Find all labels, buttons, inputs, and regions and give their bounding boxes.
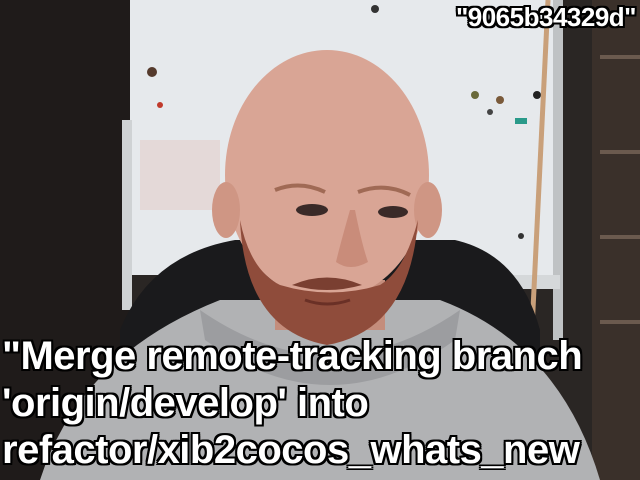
commit-message-line: 'origin/develop' into [2, 381, 369, 425]
webcam-frame: "9065b34329d" "Merge remote-tracking bra… [0, 0, 640, 480]
commit-message-line: refactor/xib2cocos_whats_new [2, 428, 580, 472]
whiteboard-frame-left [122, 120, 132, 310]
right-eye [378, 206, 408, 218]
shelf [592, 0, 640, 480]
commit-hash-caption: "9065b34329d" [455, 2, 637, 32]
left-eye [296, 204, 328, 216]
whiteboard-writing [140, 140, 220, 210]
commit-message-line: "Merge remote-tracking branch [2, 334, 583, 378]
